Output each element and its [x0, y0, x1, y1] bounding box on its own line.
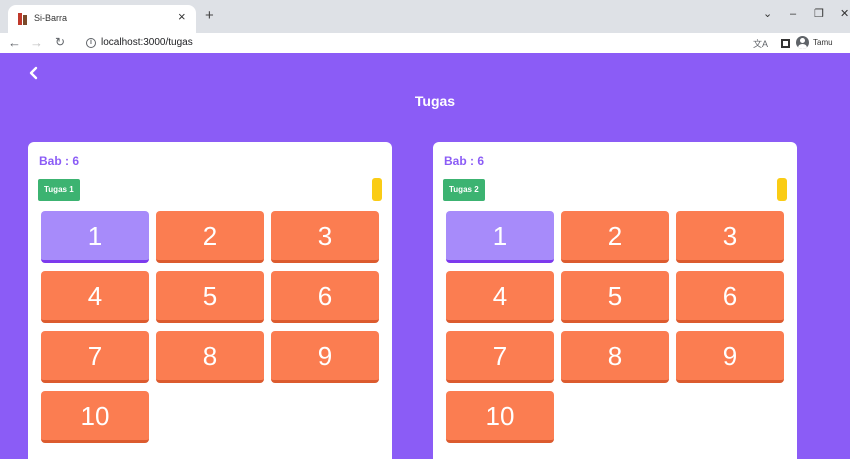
bab-label: Bab : 6	[39, 154, 80, 168]
tugas-badge: Tugas 2	[443, 179, 485, 201]
profile-label[interactable]: Tamu	[813, 38, 833, 47]
number-button-2[interactable]: 2	[156, 211, 264, 263]
number-button-10[interactable]: 10	[446, 391, 554, 443]
number-button-4[interactable]: 4	[446, 271, 554, 323]
tab-list-icon[interactable]: ⌄	[763, 9, 772, 20]
tab-title: Si-Barra	[34, 13, 68, 23]
number-button-1[interactable]: 1	[41, 211, 149, 263]
tugas-card: Bab : 6 Tugas 2 1 2 3 4 5 6 7 8 9 10	[433, 142, 797, 459]
number-button-4[interactable]: 4	[41, 271, 149, 323]
page-title: Tugas	[414, 93, 456, 109]
new-tab-button[interactable]: +	[205, 8, 214, 23]
browser-tab[interactable]: Si-Barra ×	[8, 5, 196, 33]
close-window-button[interactable]: ✕	[840, 9, 849, 20]
number-button-7[interactable]: 7	[446, 331, 554, 383]
number-button-5[interactable]: 5	[156, 271, 264, 323]
status-flag	[372, 178, 382, 201]
number-button-9[interactable]: 9	[271, 331, 379, 383]
number-button-2[interactable]: 2	[561, 211, 669, 263]
forward-nav-icon[interactable]: →	[30, 36, 43, 49]
profile-icon[interactable]	[796, 36, 809, 49]
app-favicon-icon	[18, 13, 28, 25]
status-flag	[777, 178, 787, 201]
reading-mode-icon[interactable]	[781, 39, 790, 48]
address-bar-row: ← → ↻ i localhost:3000/tugas 文A Tamu	[0, 33, 850, 53]
number-button-6[interactable]: 6	[271, 271, 379, 323]
number-button-3[interactable]: 3	[271, 211, 379, 263]
tugas-badge: Tugas 1	[38, 179, 80, 201]
app-content: Tugas Bab : 6 Tugas 1 1 2 3 4 5 6 7 8 9 10 Bab : …	[0, 53, 850, 459]
bab-label: Bab : 6	[444, 154, 485, 168]
tugas-card: Bab : 6 Tugas 1 1 2 3 4 5 6 7 8 9 10	[28, 142, 392, 459]
number-button-6[interactable]: 6	[676, 271, 784, 323]
minimize-button[interactable]: –	[790, 9, 796, 20]
number-button-10[interactable]: 10	[41, 391, 149, 443]
number-button-5[interactable]: 5	[561, 271, 669, 323]
back-arrow-icon[interactable]	[27, 65, 39, 81]
url-field[interactable]: localhost:3000/tugas	[101, 37, 193, 48]
reload-icon[interactable]: ↻	[55, 36, 65, 48]
number-button-7[interactable]: 7	[41, 331, 149, 383]
number-button-8[interactable]: 8	[561, 331, 669, 383]
number-button-3[interactable]: 3	[676, 211, 784, 263]
number-button-9[interactable]: 9	[676, 331, 784, 383]
tab-close-icon[interactable]: ×	[178, 10, 186, 23]
number-button-8[interactable]: 8	[156, 331, 264, 383]
browser-tab-bar: Si-Barra × + ⌄ – ❐ ✕	[0, 0, 850, 33]
translate-icon[interactable]: 文A	[753, 37, 768, 50]
back-nav-icon[interactable]: ←	[8, 36, 21, 49]
maximize-button[interactable]: ❐	[814, 9, 824, 20]
site-info-icon[interactable]: i	[86, 38, 96, 48]
number-button-1[interactable]: 1	[446, 211, 554, 263]
